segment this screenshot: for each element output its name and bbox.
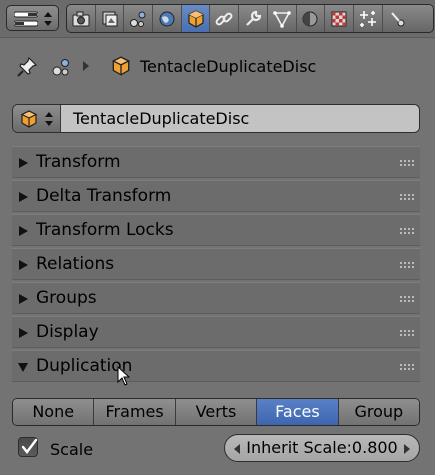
wrench-icon <box>246 10 262 26</box>
panel-title: Delta Transform <box>36 186 172 206</box>
tab-material[interactable] <box>297 5 326 32</box>
tab-world[interactable] <box>153 5 182 32</box>
object-icon <box>20 110 38 128</box>
world-icon <box>159 11 175 26</box>
render-icon <box>72 11 90 26</box>
tab-object[interactable] <box>181 5 211 32</box>
inherit-scale-field[interactable]: Inherit Scale:0.800 <box>224 434 420 462</box>
tab-texture[interactable] <box>325 5 354 32</box>
properties-editor: TentacleDuplicateDisc TentacleDuplicateD… <box>0 0 435 475</box>
panel-duplication[interactable]: Duplication <box>12 350 420 382</box>
triangle-right-icon <box>19 226 28 236</box>
scene-icon <box>130 11 146 27</box>
properties-header <box>0 0 435 38</box>
context-path: TentacleDuplicateDisc <box>0 46 435 86</box>
tab-render-layers[interactable] <box>96 5 125 32</box>
duplication-mode-selector: None Frames Verts Faces Group <box>12 398 420 426</box>
panel-relations[interactable]: Relations <box>12 248 420 280</box>
tab-particles[interactable] <box>354 5 383 32</box>
panel-title: Display <box>36 322 99 342</box>
panel-title: Relations <box>36 254 115 274</box>
tab-scene[interactable] <box>124 5 154 32</box>
panel-transform[interactable]: Transform <box>12 146 420 178</box>
dupli-group-button[interactable]: Group <box>338 399 419 425</box>
triangle-right-icon <box>19 260 28 270</box>
render-layers-icon <box>102 11 118 26</box>
scale-checkbox[interactable] <box>18 437 38 457</box>
physics-icon <box>391 11 405 26</box>
drag-handle-icon[interactable] <box>400 330 414 336</box>
object-browse-button[interactable] <box>13 105 61 132</box>
dupli-frames-button[interactable]: Frames <box>94 399 176 425</box>
editor-type-button[interactable] <box>6 5 59 31</box>
editor-type-menu-icon <box>14 11 38 27</box>
context-object-name: TentacleDuplicateDisc <box>140 57 317 76</box>
checkmark-icon <box>21 438 38 454</box>
chevron-left-icon[interactable] <box>233 443 241 455</box>
drag-handle-icon[interactable] <box>400 160 414 166</box>
tab-render[interactable] <box>67 5 96 32</box>
panel-title: Transform Locks <box>36 220 174 240</box>
drag-handle-icon[interactable] <box>400 262 414 268</box>
object-name-input[interactable]: TentacleDuplicateDisc <box>61 105 419 132</box>
object-icon <box>187 9 204 28</box>
chevron-right-icon <box>83 61 89 71</box>
triangle-right-icon <box>19 328 28 338</box>
tab-object-data[interactable] <box>268 5 297 32</box>
panel-groups[interactable]: Groups <box>12 282 420 314</box>
particles-icon <box>359 10 376 27</box>
properties-tabs <box>66 4 434 33</box>
tab-constraints[interactable] <box>210 5 240 32</box>
chevron-updown-icon <box>44 12 52 26</box>
triangle-down-icon <box>18 363 28 372</box>
drag-handle-icon[interactable] <box>400 364 414 370</box>
panel-display[interactable]: Display <box>12 316 420 348</box>
drag-handle-icon[interactable] <box>400 296 414 302</box>
panel-delta-transform[interactable]: Delta Transform <box>12 180 420 212</box>
material-icon <box>302 11 318 26</box>
triangle-right-icon <box>19 158 28 168</box>
drag-handle-icon[interactable] <box>400 194 414 200</box>
scale-label: Scale <box>50 440 94 459</box>
constraints-icon <box>215 12 233 25</box>
dupli-faces-button[interactable]: Faces <box>257 399 339 425</box>
mouse-cursor-icon <box>117 366 131 386</box>
triangle-right-icon <box>19 294 28 304</box>
inherit-scale-value: Inherit Scale:0.800 <box>246 438 398 457</box>
object-name-field: TentacleDuplicateDisc <box>12 104 420 133</box>
drag-handle-icon[interactable] <box>400 228 414 234</box>
tab-physics[interactable] <box>383 5 412 32</box>
panel-transform-locks[interactable]: Transform Locks <box>12 214 420 246</box>
object-icon <box>111 56 131 76</box>
scene-icon <box>52 59 69 76</box>
chevron-updown-icon <box>45 112 53 126</box>
dupli-none-button[interactable]: None <box>13 399 95 425</box>
pin-icon[interactable] <box>16 56 38 78</box>
texture-icon <box>331 11 347 26</box>
dupli-verts-button[interactable]: Verts <box>175 399 258 425</box>
triangle-right-icon <box>19 192 28 202</box>
chevron-right-icon[interactable] <box>403 443 411 455</box>
mesh-data-icon <box>272 10 291 28</box>
panel-title: Groups <box>36 288 97 308</box>
panel-title: Transform <box>36 152 121 172</box>
tab-modifiers[interactable] <box>239 5 268 32</box>
